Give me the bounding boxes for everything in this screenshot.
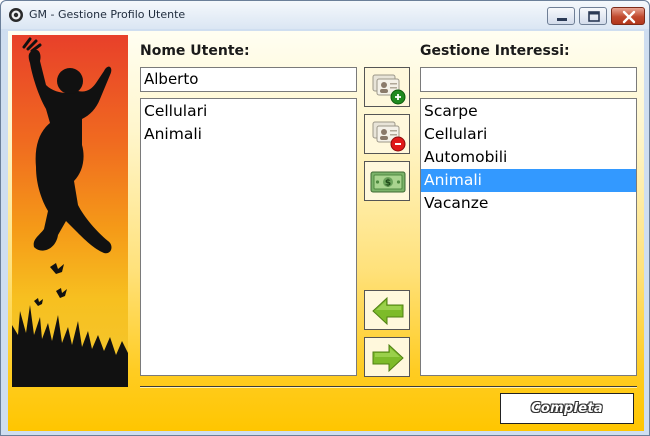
complete-button-label: Completa: [531, 401, 603, 416]
list-item[interactable]: Animali: [421, 169, 636, 192]
interest-input[interactable]: [420, 67, 637, 92]
client-area: Nome Utente: Alberto Cellulari Animali Ge…: [8, 31, 644, 431]
list-item[interactable]: Vacanze: [421, 192, 636, 215]
main-window: GM - Gestione Profilo Utente Nome Utente…: [0, 0, 650, 436]
green-arrow-left-icon: [372, 296, 404, 326]
close-button[interactable]: [611, 7, 645, 25]
green-arrow-right-icon: [372, 343, 404, 373]
minimize-icon: [557, 18, 567, 21]
maximize-button[interactable]: [579, 7, 607, 25]
user-name-field[interactable]: Alberto: [140, 67, 357, 92]
svg-text:$: $: [385, 179, 391, 189]
move-right-button[interactable]: [364, 337, 410, 377]
list-item[interactable]: Automobili: [421, 146, 636, 169]
user-interests-list[interactable]: Cellulari Animali: [140, 98, 357, 376]
footer-divider: [140, 386, 637, 388]
list-item[interactable]: Scarpe: [421, 100, 636, 123]
window-title: GM - Gestione Profilo Utente: [29, 8, 186, 21]
money-banknote-icon: $: [370, 171, 406, 193]
close-icon: [622, 10, 636, 24]
jumping-person-banner: [12, 35, 128, 387]
list-item[interactable]: Cellulari: [141, 100, 356, 123]
title-bar[interactable]: GM - Gestione Profilo Utente: [1, 1, 649, 29]
silhouette-illustration: [12, 37, 128, 387]
money-button[interactable]: $: [364, 161, 410, 201]
move-left-button[interactable]: [364, 290, 410, 330]
complete-button[interactable]: Completa: [500, 393, 634, 424]
gm-app-icon: [9, 8, 23, 22]
interests-label: Gestione Interessi:: [420, 43, 570, 59]
add-user-card-icon: [372, 74, 406, 105]
maximize-icon: [588, 11, 600, 22]
minimize-button[interactable]: [547, 7, 575, 25]
list-item[interactable]: Animali: [141, 123, 356, 146]
remove-user-card-icon: [372, 121, 406, 152]
remove-user-button[interactable]: [364, 114, 410, 154]
list-item[interactable]: Cellulari: [421, 123, 636, 146]
interests-list[interactable]: Scarpe Cellulari Automobili Animali Vacanze: [420, 98, 637, 376]
user-name-label: Nome Utente:: [140, 43, 250, 59]
add-user-button[interactable]: [364, 67, 410, 107]
